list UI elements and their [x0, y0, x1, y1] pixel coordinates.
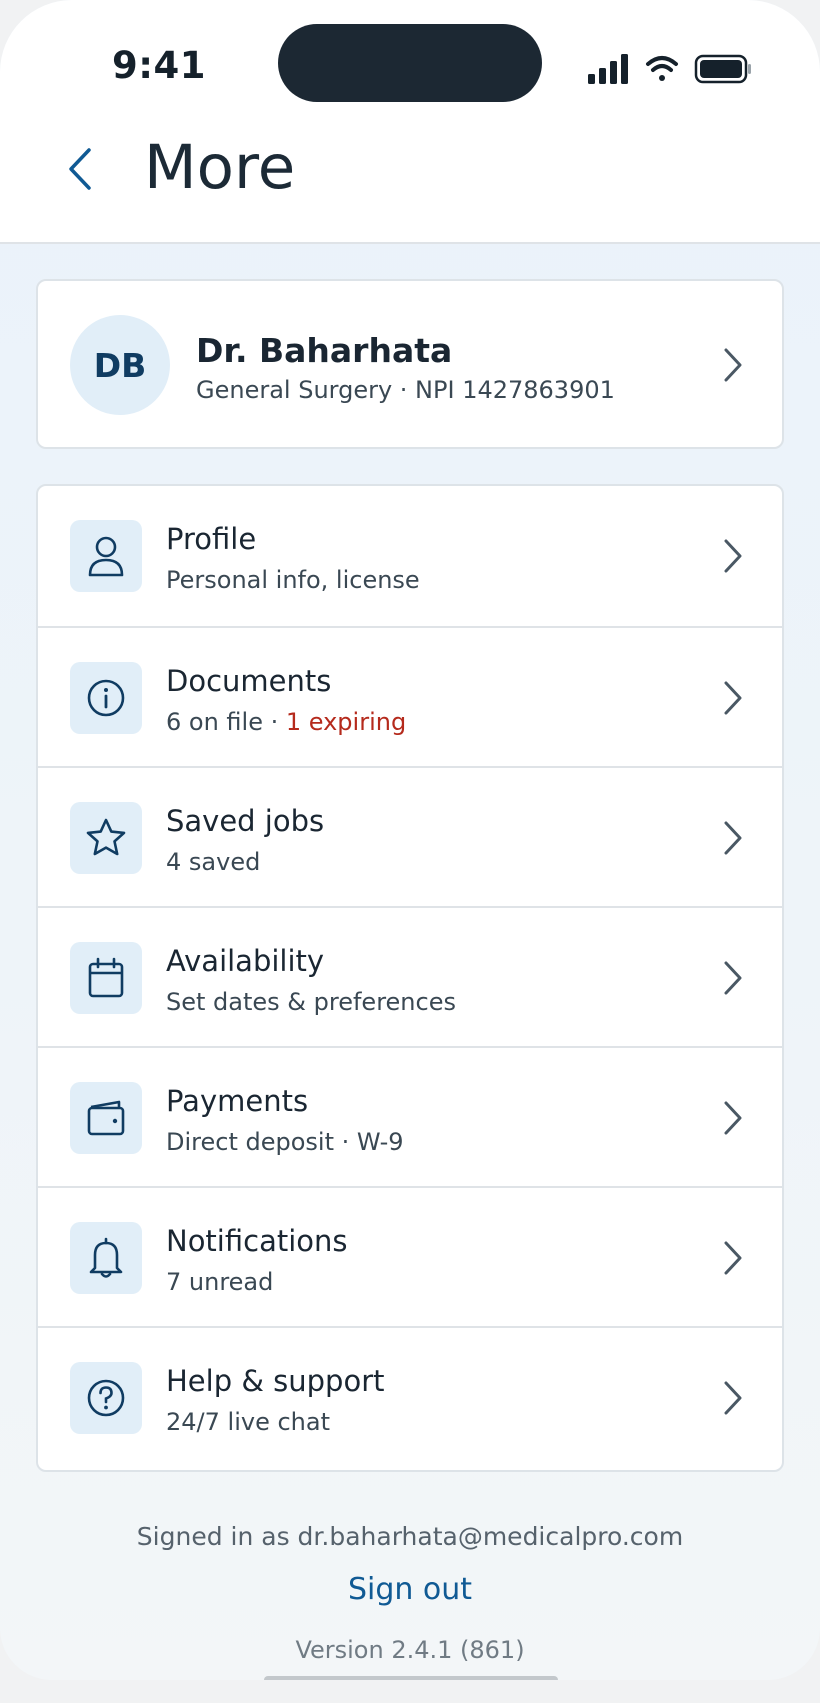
- wifi-icon: [646, 56, 678, 81]
- calendar-icon: [70, 942, 142, 1014]
- top-bar: 9:41 More: [0, 0, 820, 244]
- menu-item-availability[interactable]: Availability Set dates & preferences: [38, 906, 782, 1048]
- menu-item-label: Saved jobs: [166, 804, 325, 838]
- menu-item-subtitle: 24/7 live chat: [166, 1408, 330, 1436]
- phone-screen: 9:41 More DB Dr. Baharhata General Surge…: [0, 0, 820, 1680]
- chevron-right-icon: [724, 348, 742, 382]
- profile-specialty: General Surgery · NPI 1427863901: [196, 376, 615, 404]
- chevron-right-icon: [724, 681, 742, 715]
- wallet-icon: [70, 1082, 142, 1154]
- chevron-left-icon: [69, 148, 91, 190]
- expiring-alert: 1 expiring: [285, 708, 407, 736]
- menu-item-profile[interactable]: Profile Personal info, license: [38, 486, 782, 626]
- menu-item-notifications[interactable]: Notifications 7 unread: [38, 1186, 782, 1328]
- sign-out-button[interactable]: Sign out: [0, 1572, 820, 1607]
- chevron-right-icon: [724, 1241, 742, 1275]
- info-icon: [70, 662, 142, 734]
- chevron-right-icon: [724, 961, 742, 995]
- menu-item-subtitle: 6 on file · 1 expiring: [166, 708, 406, 736]
- back-button[interactable]: [56, 140, 104, 198]
- page-title: More: [144, 132, 296, 203]
- bell-icon: [70, 1222, 142, 1294]
- menu-item-subtitle: 7 unread: [166, 1268, 274, 1296]
- dynamic-island: [278, 24, 542, 102]
- app-version: Version 2.4.1 (861): [295, 1636, 525, 1664]
- menu-item-label: Payments: [166, 1084, 309, 1118]
- home-indicator[interactable]: [264, 1676, 558, 1680]
- status-icons: [588, 54, 751, 84]
- avatar: DB: [70, 315, 170, 415]
- chevron-right-icon: [724, 1101, 742, 1135]
- signed-in-text: Signed in as dr.baharhata@medicalpro.com: [136, 1522, 684, 1551]
- settings-menu: Profile Personal info, license Documents…: [36, 484, 784, 1472]
- menu-item-label: Help & support: [166, 1364, 385, 1398]
- menu-item-label: Availability: [166, 944, 325, 978]
- profile-card[interactable]: DB Dr. Baharhata General Surgery · NPI 1…: [36, 279, 784, 449]
- documents-count: 6 on file ·: [166, 708, 286, 736]
- menu-item-documents[interactable]: Documents 6 on file · 1 expiring: [38, 626, 782, 768]
- chevron-right-icon: [724, 1381, 742, 1415]
- menu-item-label: Notifications: [166, 1224, 348, 1258]
- menu-item-label: Documents: [166, 664, 332, 698]
- help-icon: [70, 1362, 142, 1434]
- menu-item-subtitle: Personal info, license: [166, 566, 420, 594]
- signal-icon: [588, 54, 628, 84]
- battery-icon: [694, 54, 751, 84]
- profile-name: Dr. Baharhata: [196, 331, 453, 370]
- avatar-initials: DB: [93, 345, 147, 385]
- menu-item-help[interactable]: Help & support 24/7 live chat: [38, 1326, 782, 1468]
- menu-item-payments[interactable]: Payments Direct deposit · W-9: [38, 1046, 782, 1188]
- menu-item-label: Profile: [166, 522, 257, 556]
- menu-item-subtitle: Set dates & preferences: [166, 988, 456, 1016]
- star-icon: [70, 802, 142, 874]
- chevron-right-icon: [724, 539, 742, 573]
- menu-item-saved-jobs[interactable]: Saved jobs 4 saved: [38, 766, 782, 908]
- menu-item-subtitle: Direct deposit · W-9: [166, 1128, 404, 1156]
- status-time: 9:41: [112, 44, 207, 87]
- user-icon: [70, 520, 142, 592]
- chevron-right-icon: [724, 821, 742, 855]
- menu-item-subtitle: 4 saved: [166, 848, 261, 876]
